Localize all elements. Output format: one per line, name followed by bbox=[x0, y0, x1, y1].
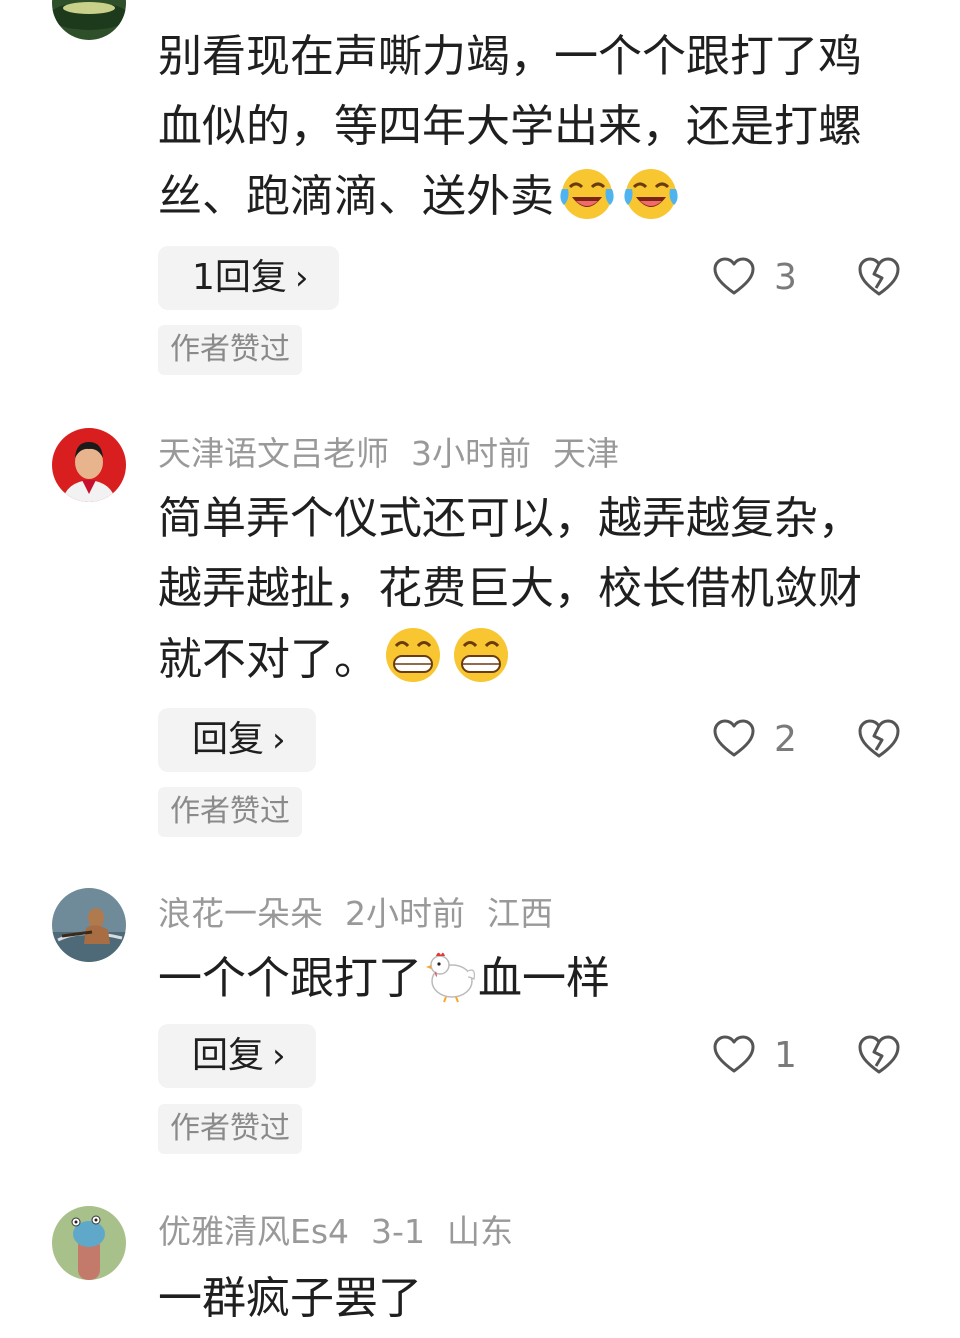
like-button[interactable]: 2 bbox=[712, 714, 797, 764]
comment-text: 简单弄个仪式还可以，越弄越复杂，越弄越扯，花费巨大，校长借机敛财就不对了。 bbox=[158, 484, 898, 705]
author-liked-badge: 作者赞过 bbox=[158, 1104, 302, 1154]
comment-meta: 浪花一朵朵 2小时前 江西 bbox=[158, 892, 575, 936]
dislike-button[interactable] bbox=[856, 716, 902, 762]
dislike-button[interactable] bbox=[856, 1032, 902, 1078]
avatar[interactable] bbox=[52, 0, 126, 40]
comment-location: 天津 bbox=[553, 434, 619, 473]
dislike-button[interactable] bbox=[856, 254, 902, 300]
broken-heart-icon bbox=[858, 719, 900, 758]
like-count: 1 bbox=[774, 1034, 797, 1076]
heart-icon bbox=[713, 257, 755, 295]
heart-icon bbox=[713, 1035, 755, 1073]
comment-location: 山东 bbox=[446, 1212, 513, 1251]
heart-icon bbox=[713, 719, 755, 757]
comment-time: 3-1 bbox=[371, 1212, 425, 1251]
avatar[interactable] bbox=[52, 888, 126, 962]
laughing-crying-emoji bbox=[620, 165, 682, 242]
comment-item: 别看现在声嘶力竭，一个个跟打了鸡血似的，等四年大学出来，还是打螺丝、跑滴滴、送外… bbox=[0, 0, 960, 400]
username[interactable]: 优雅清风Es4 bbox=[158, 1212, 349, 1251]
like-button[interactable]: 1 bbox=[712, 1030, 797, 1080]
chicken-emoji bbox=[424, 947, 478, 1024]
reply-button[interactable]: 1回复 › bbox=[158, 246, 339, 310]
chevron-right-icon: › bbox=[294, 258, 309, 298]
comment-time: 2小时前 bbox=[345, 894, 465, 933]
author-liked-badge: 作者赞过 bbox=[158, 787, 302, 837]
grinning-emoji bbox=[380, 624, 446, 705]
chevron-right-icon: › bbox=[272, 1036, 286, 1076]
comment-text: 一个个跟打了 血一样 bbox=[158, 944, 898, 1024]
comment-meta: 优雅清风Es4 3-1 山东 bbox=[158, 1210, 535, 1254]
reply-button[interactable]: 回复 › bbox=[158, 1024, 316, 1088]
reply-button[interactable]: 回复 › bbox=[158, 708, 316, 772]
chevron-right-icon: › bbox=[272, 720, 286, 760]
broken-heart-icon bbox=[858, 257, 900, 296]
comment-item: 浪花一朵朵 2小时前 江西 一个个跟打了 血一样 回复 › 1 作者赞过 bbox=[0, 860, 960, 1180]
username[interactable]: 天津语文吕老师 bbox=[158, 434, 389, 473]
like-button[interactable]: 3 bbox=[712, 252, 797, 302]
broken-heart-icon bbox=[858, 1035, 900, 1074]
comment-text: 别看现在声嘶力竭，一个个跟打了鸡血似的，等四年大学出来，还是打螺丝、跑滴滴、送外… bbox=[158, 22, 898, 242]
username[interactable]: 浪花一朵朵 bbox=[158, 894, 323, 933]
comment-meta: 天津语文吕老师 3小时前 天津 bbox=[158, 432, 641, 476]
comment-item: 天津语文吕老师 3小时前 天津 简单弄个仪式还可以，越弄越复杂，越弄越扯，花费巨大，… bbox=[0, 400, 960, 860]
comment-time: 3小时前 bbox=[411, 434, 531, 473]
avatar[interactable] bbox=[52, 1206, 126, 1280]
laughing-crying-emoji bbox=[556, 165, 618, 242]
grinning-emoji bbox=[448, 624, 514, 705]
like-count: 2 bbox=[774, 718, 797, 760]
comment-item: 优雅清风Es4 3-1 山东 一群疯子罢了 bbox=[0, 1180, 960, 1338]
like-count: 3 bbox=[774, 256, 797, 298]
author-liked-badge: 作者赞过 bbox=[158, 325, 302, 375]
comment-text: 一群疯子罢了 bbox=[158, 1273, 422, 1324]
avatar[interactable] bbox=[52, 428, 126, 502]
comment-location: 江西 bbox=[487, 894, 553, 933]
